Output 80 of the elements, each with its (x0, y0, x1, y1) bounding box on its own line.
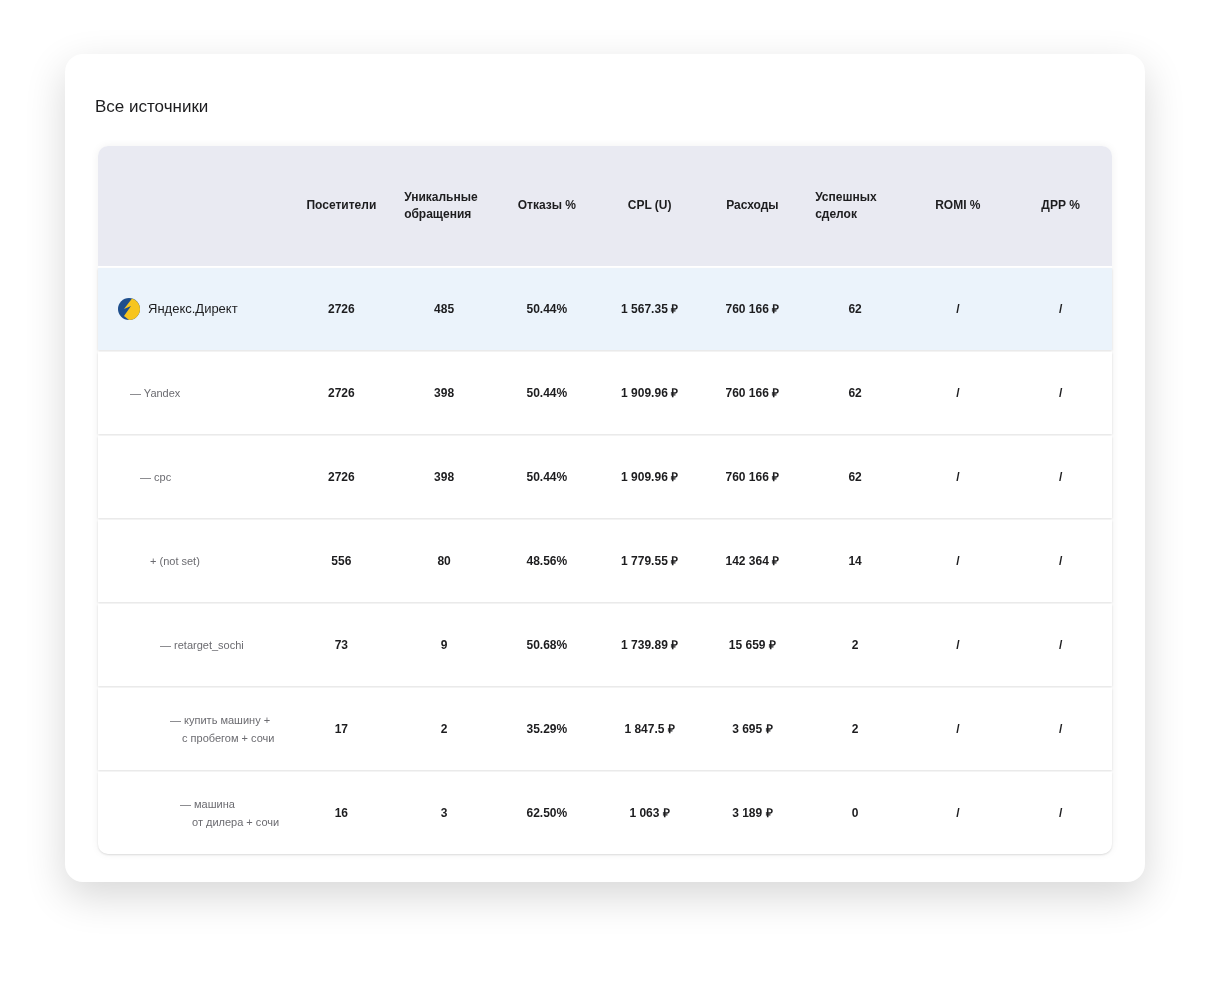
table-cell-text: 142 364 ₽ (725, 552, 780, 570)
table-cell-text: 2726 (328, 300, 355, 318)
table-cell-text: 760 166 ₽ (725, 468, 780, 486)
table-cell-text: 9 (440, 636, 448, 654)
table-cell-text: 50.44% (526, 468, 568, 486)
table-cell-text: 62 (848, 300, 862, 318)
source-label: — машина от дилера + сочи (180, 796, 280, 830)
table-row[interactable]: — машина от дилера + сочи 16 3 62.50% 1 063 ₽ 3 189 ₽ 0 / / (98, 771, 1112, 854)
table-cell-text: 2726 (328, 468, 355, 486)
column-header: Успешных сделок (815, 188, 878, 223)
table-cell-text: 760 166 ₽ (725, 384, 780, 402)
table-row[interactable]: — Yandex 2726 398 50.44% 1 909.96 ₽ 760 166 ₽ 62 / / (98, 351, 1112, 434)
column-header: Уникальные обращения (404, 188, 479, 223)
table-cell-text: 50.44% (526, 384, 568, 402)
table-cell-text: / (956, 468, 960, 486)
table-cell-text: 1 567.35 ₽ (621, 300, 679, 318)
table-cell-text: 48.56% (526, 552, 568, 570)
table-cell-text: 50.68% (526, 636, 568, 654)
table-cell-text: / (1058, 384, 1063, 402)
table-cell-text: 3 695 ₽ (732, 720, 773, 738)
table-cell-text: 2 (851, 720, 859, 738)
table-cell-text: 1 847.5 ₽ (624, 720, 675, 738)
table-cell-text: 1 909.96 ₽ (621, 468, 679, 486)
table-cell-text: 15 659 ₽ (728, 636, 776, 654)
table-cell-text: 1 779.55 ₽ (621, 552, 679, 570)
table-cell-text: 398 (434, 384, 455, 402)
table-cell-text: / (1058, 300, 1063, 318)
table-cell-text: 14 (848, 552, 862, 570)
table-cell-text: 760 166 ₽ (725, 300, 780, 318)
table-cell-text: / (1058, 552, 1063, 570)
column-header: Посетители (306, 197, 377, 214)
table-cell-text: / (956, 636, 960, 654)
table-cell-text: / (1058, 720, 1063, 738)
table-cell-text: 1 739.89 ₽ (621, 636, 679, 654)
column-header: ДРР % (1041, 197, 1080, 214)
table-cell-text: 62 (848, 468, 862, 486)
table-cell-text: 2 (851, 636, 859, 654)
table-cell-text: / (1058, 804, 1063, 822)
table-cell-text: 0 (851, 804, 859, 822)
table-cell-text: 17 (334, 720, 349, 738)
table-cell-text: 35.29% (526, 720, 568, 738)
column-header: CPL (U) (627, 197, 672, 214)
table-cell-text: / (956, 720, 960, 738)
arrow-logo-icon (118, 297, 140, 320)
table-cell-text: 1 909.96 ₽ (621, 384, 679, 402)
table-cell-text: / (1058, 468, 1063, 486)
table-cell-text: 62.50% (526, 804, 568, 822)
column-header: Расходы (726, 197, 779, 214)
table-cell-text: 1 063 ₽ (629, 804, 670, 822)
source-label: — cpc (140, 469, 172, 485)
column-header: Отказы % (517, 197, 576, 214)
table-cell-text: 80 (437, 552, 451, 570)
source-label: — купить машину + с пробегом + сочи (170, 712, 275, 746)
column-header: ROMI % (935, 197, 981, 214)
table-row[interactable]: — retarget_sochi 73 9 50.68% 1 739.89 ₽ 15 659 ₽ 2 / / (98, 603, 1112, 686)
table-cell-text: 50.44% (526, 300, 568, 318)
table-row[interactable]: — cpc 2726 398 50.44% 1 909.96 ₽ 760 166 ₽ 62 / / (98, 435, 1112, 518)
table-cell-text: 398 (434, 468, 455, 486)
table-cell-text: 62 (848, 384, 862, 402)
table-cell-text: / (956, 300, 960, 318)
table-cell-text: 3 (440, 804, 448, 822)
table-cell-text: / (956, 384, 960, 402)
table-cell-text: 3 189 ₽ (732, 804, 773, 822)
table-cell-text: 16 (334, 804, 349, 822)
table-cell-text: / (1058, 636, 1063, 654)
table-cell-text: / (956, 804, 960, 822)
table-cell-text: / (956, 552, 960, 570)
table-row[interactable]: + (not set) 556 80 48.56% 1 779.55 ₽ 142 364 ₽ 14 / / (98, 519, 1112, 602)
table-cell-text: 556 (331, 552, 352, 570)
table-cell-text: 73 (334, 636, 349, 654)
source-label: Яндекс.Директ (148, 299, 238, 318)
card-title: Все источники (95, 96, 210, 118)
table-cell-text: 2 (440, 720, 448, 738)
source-label: + (not set) (150, 553, 200, 569)
table-cell-text: 485 (434, 300, 455, 318)
table-row[interactable]: — купить машину + с пробегом + сочи 17 2 35.29% 1 847.5 ₽ 3 695 ₽ 2 / / (98, 687, 1112, 770)
source-label: — Yandex (130, 385, 181, 401)
table-cell-text: 2726 (328, 384, 355, 402)
source-label: — retarget_sochi (160, 637, 244, 653)
table-row[interactable]: Яндекс.Директ 2726 485 50.44% 1 567.35 ₽ 760 166 ₽ 62 / / (98, 267, 1112, 350)
